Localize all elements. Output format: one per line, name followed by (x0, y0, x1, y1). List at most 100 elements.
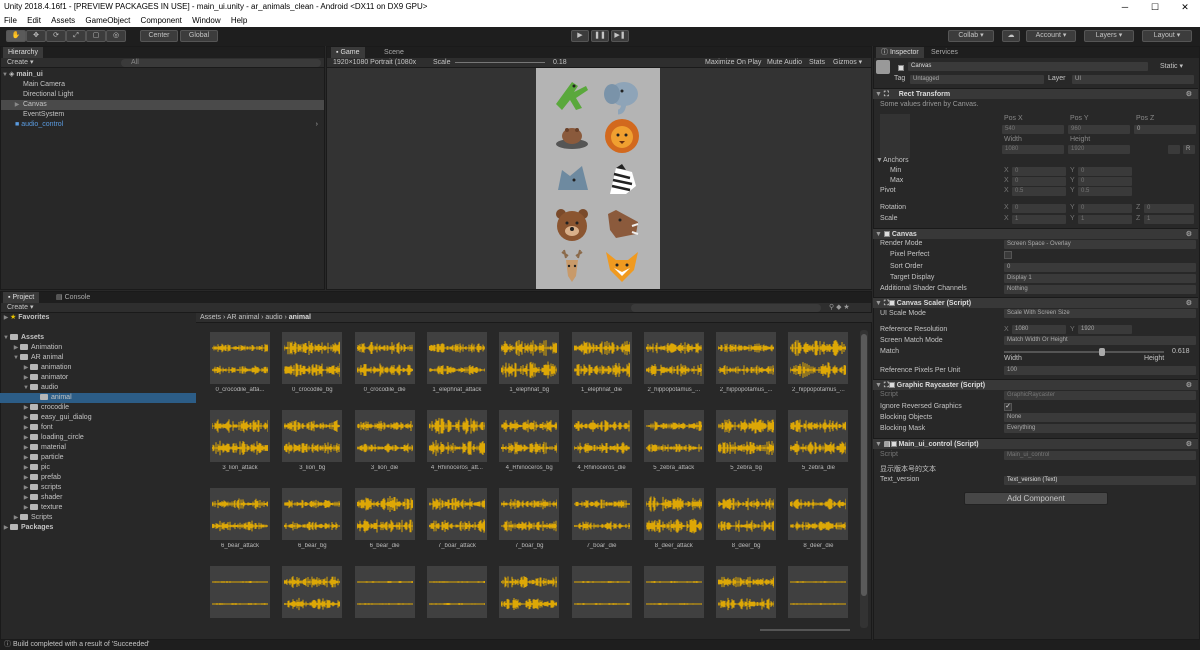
hierarchy-item-main-camera[interactable]: Main Camera (1, 80, 324, 90)
audio-asset[interactable] (282, 566, 343, 627)
menu-edit[interactable]: Edit (27, 16, 41, 25)
component-menu-icon[interactable]: ⚙ (1186, 229, 1192, 240)
tab-inspector[interactable]: ⓘ Inspector (876, 47, 924, 58)
transform-tool-icon[interactable]: ◎ (106, 30, 126, 42)
elephant-icon[interactable] (602, 76, 642, 116)
folder-tree-item[interactable]: ▶ prefab (0, 473, 196, 483)
render-mode-dropdown[interactable]: Screen Space - Overlay (1004, 240, 1196, 249)
audio-asset[interactable]: 2_hippopotamus_... (716, 332, 777, 394)
cloud-icon[interactable]: ☁ (1002, 30, 1020, 42)
folder-tree-item[interactable]: ▶ pic (0, 463, 196, 473)
blueprint-mode-icon[interactable] (1168, 145, 1180, 154)
account-dropdown[interactable]: Account ▾ (1026, 30, 1076, 42)
audio-asset[interactable]: 5_zebra_bg (716, 410, 777, 472)
move-tool-icon[interactable]: ✥ (26, 30, 46, 42)
component-menu-icon[interactable]: ⚙ (1186, 439, 1192, 450)
audio-asset[interactable]: 6_bear_bg (282, 488, 343, 550)
audio-asset[interactable] (788, 566, 849, 627)
audio-asset[interactable]: 0_crocodile_die (354, 332, 415, 394)
resolution-dropdown[interactable]: 1920×1080 Portrait (1080x (333, 58, 416, 68)
audio-asset[interactable]: 7_boar_attack (426, 488, 487, 550)
expand-arrow-icon[interactable]: ▶ (22, 363, 30, 373)
audio-asset[interactable] (210, 566, 270, 627)
match-value[interactable]: 0.618 (1172, 347, 1190, 357)
audio-asset[interactable] (354, 566, 415, 627)
expand-arrow-icon[interactable]: ▶ (22, 463, 30, 473)
menu-file[interactable]: File (4, 16, 17, 25)
blocking-objects-dropdown[interactable]: None (1004, 413, 1196, 422)
project-create-button[interactable]: Create ▾ (7, 304, 33, 311)
raycaster-enabled-checkbox[interactable] (888, 382, 895, 389)
filter-icons[interactable]: ⚲ ◆ ★ (829, 303, 850, 313)
collab-dropdown[interactable]: Collab ▾ (948, 30, 994, 42)
tab-game[interactable]: ▪ Game (331, 47, 365, 58)
layers-dropdown[interactable]: Layers ▾ (1084, 30, 1134, 42)
folder-tree-item[interactable]: animal (0, 393, 196, 403)
expand-arrow-icon[interactable]: ▶ (22, 433, 30, 443)
folder-tree-item[interactable]: ▼ Assets (0, 333, 196, 343)
audio-asset[interactable]: 3_lion_die (354, 410, 415, 472)
scale-x-field[interactable]: 1 (1012, 215, 1066, 224)
rect-transform-header[interactable]: ▼ ⛶ Rect Transform ⚙ (873, 88, 1198, 99)
anchor-min-y-field[interactable]: 0 (1078, 167, 1132, 176)
canvas-scaler-header[interactable]: ▼ ⛶ Canvas Scaler (Script) ⚙ (873, 297, 1198, 308)
hierarchy-search-input[interactable]: All (121, 59, 321, 67)
height-field[interactable]: 1920 (1068, 145, 1130, 154)
folder-tree-item[interactable]: ▶ Scripts (0, 513, 196, 523)
anchor-max-x-field[interactable]: 0 (1012, 177, 1066, 186)
audio-asset[interactable]: 6_bear_attack (210, 488, 270, 550)
hierarchy-item-canvas[interactable]: ▶ Canvas (1, 100, 324, 110)
tag-dropdown[interactable]: Untagged (910, 75, 1044, 84)
folder-tree-item[interactable]: ▶ Packages (0, 523, 196, 533)
hierarchy-item-directional-light[interactable]: Directional Light (1, 90, 324, 100)
hand-tool-icon[interactable]: ✋ (6, 30, 26, 42)
pos-x-field[interactable]: 540 (1002, 125, 1064, 134)
crocodile-icon[interactable] (552, 76, 592, 116)
minimize-button[interactable]: ─ (1110, 0, 1140, 14)
rect-tool-icon[interactable]: ▢ (86, 30, 106, 42)
expand-arrow-icon[interactable]: ▶ (22, 473, 30, 483)
maximize-button[interactable]: ☐ (1140, 0, 1170, 14)
maximize-on-play-toggle[interactable]: Maximize On Play (705, 58, 761, 68)
canvas-enabled-checkbox[interactable] (883, 231, 890, 238)
pos-y-field[interactable]: 960 (1068, 125, 1130, 134)
audio-asset[interactable]: 6_bear_die (354, 488, 415, 550)
folder-tree-item[interactable]: ▼ AR animal (0, 353, 196, 363)
text-version-field[interactable]: Text_version (Text) (1004, 476, 1196, 485)
rhinoceros-icon[interactable] (552, 160, 592, 200)
breadcrumb-animal[interactable]: animal (289, 314, 311, 321)
menu-help[interactable]: Help (231, 16, 247, 25)
scale-tool-icon[interactable]: ⤢ (66, 30, 86, 42)
asset-grid-scrollbar[interactable] (860, 330, 868, 628)
tab-services[interactable]: Services (926, 47, 963, 58)
rotation-y-field[interactable]: 0 (1078, 204, 1132, 213)
screen-match-mode-dropdown[interactable]: Match Width Or Height (1004, 336, 1196, 345)
target-display-dropdown[interactable]: Display 1 (1004, 274, 1196, 283)
hierarchy-item-eventsystem[interactable]: EventSystem (1, 110, 324, 120)
reference-x-field[interactable]: 1080 (1012, 325, 1066, 334)
sort-order-field[interactable]: 0 (1004, 263, 1196, 272)
pivot-y-field[interactable]: 0.5 (1078, 187, 1132, 196)
expand-arrow-icon[interactable]: ▶ (22, 443, 30, 453)
component-menu-icon[interactable]: ⚙ (1186, 298, 1192, 309)
expand-arrow-icon[interactable]: ▶ (22, 423, 30, 433)
audio-asset[interactable]: 2_hippopotamus_... (788, 332, 849, 394)
audio-asset[interactable]: 8_deer_die (788, 488, 849, 550)
scene-row[interactable]: ▼◈ main_ui (1, 70, 324, 80)
expand-arrow-icon[interactable]: ▼ (22, 383, 30, 393)
ignore-reversed-checkbox[interactable]: ✓ (1004, 403, 1012, 411)
audio-asset[interactable]: 0_crocodile_bg (282, 332, 343, 394)
anchor-max-y-field[interactable]: 0 (1078, 177, 1132, 186)
audio-asset[interactable] (571, 566, 632, 627)
audio-asset[interactable]: 4_Rhinoceros_die (571, 410, 632, 472)
expand-arrow-icon[interactable]: ▶ (22, 483, 30, 493)
ppu-field[interactable]: 100 (1004, 366, 1196, 375)
hippopotamus-icon[interactable] (552, 116, 592, 156)
folder-tree-item[interactable]: ▶ particle (0, 453, 196, 463)
scale-y-field[interactable]: 1 (1078, 215, 1132, 224)
pause-button[interactable]: ❚❚ (591, 30, 609, 42)
pivot-x-field[interactable]: 0.5 (1012, 187, 1066, 196)
reference-y-field[interactable]: 1920 (1078, 325, 1132, 334)
deer-icon[interactable] (552, 246, 592, 286)
audio-asset[interactable]: 0_crocodile_atta... (210, 332, 270, 394)
